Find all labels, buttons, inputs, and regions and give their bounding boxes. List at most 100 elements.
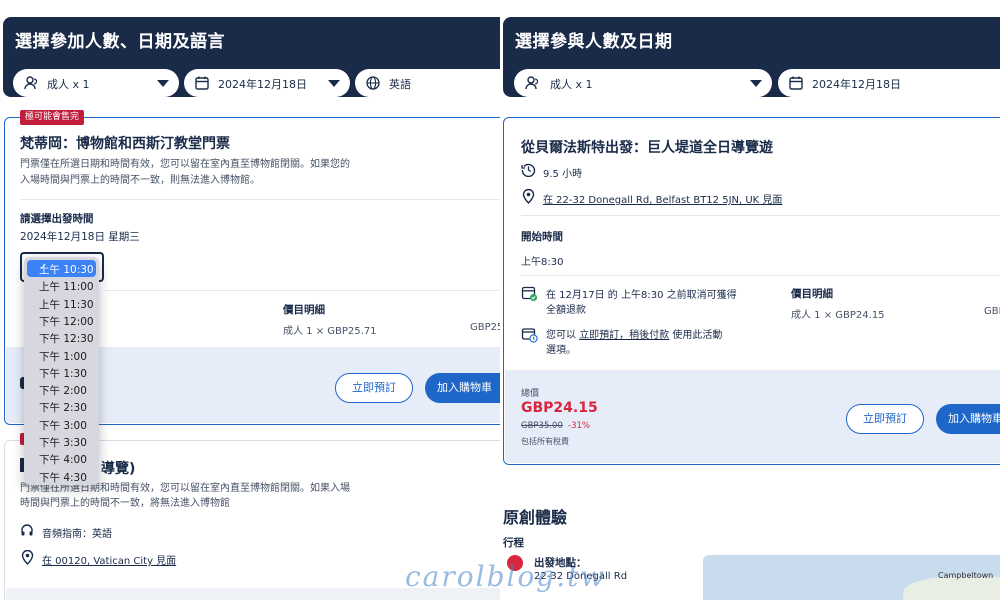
add-to-cart-button[interactable]: 加入購物車: [425, 373, 500, 403]
location-pin-icon: [522, 189, 535, 204]
free-cancellation-line2: 全額退款: [546, 305, 586, 316]
meeting-point-link[interactable]: 在 00120, Vatican City 見面: [42, 552, 176, 567]
price-line: 成人 1 × GBP24.15: [791, 310, 885, 321]
time-option-label: 下午 2:30: [39, 402, 87, 415]
meeting-point-link[interactable]: 在 22-32 Donegall Rd, Belfast BT12 5JN, U…: [543, 191, 782, 206]
reserve-later-line2: 選項。: [546, 345, 576, 356]
chevron-down-icon: [750, 80, 762, 87]
free-cancellation-line1: 在 12月17日 的 上午8:30 之前取消可獲得: [546, 290, 737, 301]
headphones-icon: [21, 524, 33, 536]
clock-history-icon: [521, 163, 536, 177]
time-option-label: 下午 1:00: [39, 350, 87, 363]
itinerary-label: 行程: [503, 537, 524, 549]
time-option[interactable]: 下午 12:00: [24, 312, 99, 329]
divider: [521, 275, 1000, 276]
time-option[interactable]: 下午 2:30: [24, 398, 99, 415]
option-description-line1: 門票僅在所選日期和時間有效，您可以留在室內直至博物館閉關。如果您的: [20, 159, 350, 170]
participants-value: 成人 x 1: [47, 78, 90, 91]
time-option-label: 下午 4:30: [39, 471, 87, 484]
card-footer: [505, 370, 1000, 463]
time-option[interactable]: 下午 1:00: [24, 347, 99, 364]
time-option-label: 下午 3:00: [39, 419, 87, 432]
reserve-prefix: 您可以: [546, 330, 576, 341]
people-icon: [24, 76, 38, 90]
price-line: 成人 1 × GBP25.71: [283, 326, 377, 337]
participants-selector[interactable]: 成人 x 1: [514, 69, 772, 97]
time-option-label: 上午 11:00: [39, 281, 94, 294]
total-price-label: 總價: [521, 389, 540, 399]
book-now-button[interactable]: 立即預訂: [846, 404, 924, 434]
total-price-value: GBP24.15: [521, 400, 598, 416]
date-value: 2024年12月18日: [812, 78, 901, 91]
start-time-label: 開始時間: [521, 231, 563, 243]
price-total-right: GBP25: [470, 322, 500, 333]
right-selection-header: 選擇參與人數及日期 成人 x 1 2024年12月18日: [503, 17, 1000, 97]
right-screenshot-panel: 選擇參與人數及日期 成人 x 1 2024年12月18日 從貝爾法斯特出發：巨人…: [500, 0, 1000, 600]
time-option[interactable]: 下午 4:30: [24, 468, 99, 485]
select-time-label: 請選擇出發時間: [20, 213, 94, 225]
time-option-label: 下午 2:00: [39, 385, 87, 398]
price-total-right: GBI: [984, 306, 1000, 317]
time-option[interactable]: 下午 2:00: [24, 381, 99, 398]
price-breakdown-label: 價目明細: [283, 304, 325, 316]
time-option[interactable]: 下午 3:30: [24, 433, 99, 450]
time-option[interactable]: 下午 1:30: [24, 364, 99, 381]
time-option[interactable]: 下午 12:30: [24, 329, 99, 346]
map-place-label: Campbeltown: [938, 571, 994, 580]
participants-selector[interactable]: 成人 x 1: [13, 69, 179, 97]
left-selection-header: 選擇參加人數、日期及語言 成人 x 1 2024年12月18日 英語: [3, 17, 500, 97]
divider: [521, 215, 1000, 216]
time-dropdown-menu: ✓ 上午 10:30 上午 11:00 上午 11:30 下午 12:00 下午 12:3…: [24, 257, 99, 485]
duration-text: 9.5 小時: [543, 169, 583, 180]
calendar-icon: [789, 76, 803, 90]
reserve-now-pay-later-link[interactable]: 立即預訂，稍後付款: [579, 330, 669, 341]
discount-percent: -31%: [568, 421, 590, 431]
time-option[interactable]: 上午 11:00: [24, 277, 99, 294]
globe-icon: [366, 76, 380, 90]
participants-value: 成人 x 1: [550, 78, 593, 91]
time-option[interactable]: 下午 3:00: [24, 416, 99, 433]
chevron-down-icon: [328, 80, 340, 87]
calendar-icon: [195, 76, 209, 90]
section-title: 原創體驗: [503, 508, 568, 527]
option-title-suffix: 導覽): [101, 461, 136, 477]
time-option-label: 下午 4:00: [39, 454, 87, 467]
divider: [20, 199, 500, 200]
language-selector[interactable]: 英語: [355, 69, 500, 97]
book-now-button[interactable]: 立即預訂: [335, 373, 413, 403]
right-header-title: 選擇參與人數及日期: [515, 32, 673, 52]
option2-description-line2: 時間與門票上的時間不一致，將無法進入博物館: [20, 498, 230, 509]
price-breakdown-label: 價目明細: [791, 288, 833, 300]
time-option-label: 下午 3:30: [39, 437, 87, 449]
time-option-label: 上午 11:30: [39, 298, 94, 311]
selected-date-line: 2024年12月18日 星期三: [20, 231, 140, 243]
reserve-later-line1: 您可以 立即預訂，稍後付款 使用此活動: [546, 326, 722, 341]
time-option-label: 下午 1:30: [39, 367, 87, 380]
date-selector[interactable]: 2024年12月18日: [184, 69, 350, 97]
tax-note: 包括所有稅費: [521, 437, 569, 446]
divider: [105, 290, 500, 291]
option-description-line2: 入場時間與門票上的時間不一致，則無法進入博物館。: [20, 175, 260, 186]
left-screenshot-panel: 選擇參加人數、日期及語言 成人 x 1 2024年12月18日 英語 極可能會售…: [0, 0, 500, 600]
option-title: 梵蒂岡：博物館和西斯汀教堂門票: [20, 136, 230, 152]
calendar-check-icon: [521, 286, 538, 302]
likely-sell-out-badge: 極可能會售完: [20, 110, 85, 125]
time-option[interactable]: ✓ 上午 10:30: [27, 260, 96, 277]
left-header-title: 選擇參加人數、日期及語言: [15, 32, 225, 52]
date-value: 2024年12月18日: [218, 78, 307, 91]
time-option[interactable]: 上午 11:30: [24, 295, 99, 312]
time-option-label: 上午 10:30: [39, 264, 94, 276]
time-option-label: 下午 12:00: [39, 315, 94, 328]
reserve-suffix: 使用此活動: [672, 330, 723, 341]
time-option[interactable]: 下午 4:00: [24, 450, 99, 467]
blog-watermark: carolblog.tw: [405, 560, 607, 593]
time-option-label: 下午 12:30: [39, 333, 94, 346]
wallet-clock-icon: [521, 328, 538, 343]
location-pin-icon: [21, 550, 34, 565]
date-selector[interactable]: 2024年12月18日: [778, 69, 1000, 97]
option-title: 從貝爾法斯特出發：巨人堤道全日導覽遊: [521, 140, 773, 156]
add-to-cart-button[interactable]: 加入購物車: [936, 404, 1000, 434]
people-icon: [525, 76, 539, 90]
itinerary-map[interactable]: Campbeltown: [703, 555, 1000, 600]
map-land: [903, 577, 1000, 600]
